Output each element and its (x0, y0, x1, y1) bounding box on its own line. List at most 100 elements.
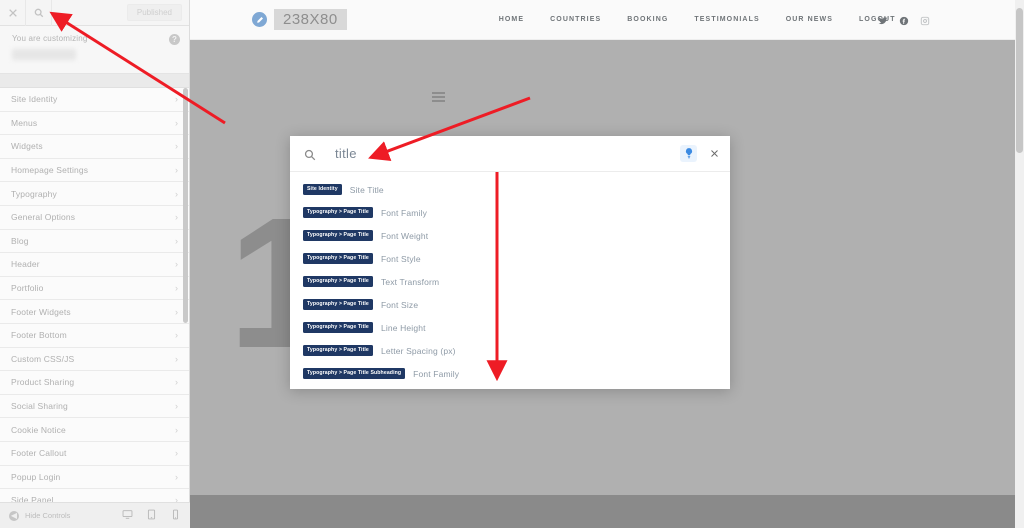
search-result-row[interactable]: Typography > Page Title SubheadingFont W… (290, 385, 730, 389)
search-result-row[interactable]: Typography > Page Title Font Style (290, 247, 730, 270)
sidebar-item-footer-bottom[interactable]: Footer Bottom › (0, 324, 189, 348)
customizer-topbar: Published (0, 0, 189, 26)
result-label: Font Family (413, 368, 460, 379)
search-result-row[interactable]: Typography > Page Title Text Transform (290, 270, 730, 293)
customizing-label: You are customizing (12, 34, 88, 43)
sidebar-item-menus[interactable]: Menus › (0, 112, 189, 136)
search-results-list: Site Identity Site Title Typography > Pag… (290, 172, 730, 389)
result-label: Line Height (380, 322, 426, 333)
sidebar-item-label: Header (11, 259, 40, 270)
collapse-icon: ◀ (9, 510, 19, 521)
tablet-preview-icon[interactable] (146, 507, 157, 525)
nav-item-home[interactable]: HOME (499, 16, 524, 23)
result-label: Font Weight (380, 230, 429, 241)
sidebar-item-homepage-settings[interactable]: Homepage Settings › (0, 159, 189, 183)
help-icon[interactable]: ? (169, 34, 180, 45)
chevron-right-icon: › (175, 259, 178, 270)
search-result-row[interactable]: Typography > Page Title Line Height (290, 316, 730, 339)
result-context-badge: Typography > Page Title Subheading (303, 368, 406, 379)
result-context-badge: Site Identity (303, 184, 342, 195)
sidebar-item-label: Footer Widgets (11, 306, 71, 317)
sidebar-item-widgets[interactable]: Widgets › (0, 135, 189, 159)
sidebar-item-custom-css-js[interactable]: Custom CSS/JS › (0, 348, 189, 372)
desktop-preview-icon[interactable] (122, 507, 133, 525)
result-label: Font Size (380, 299, 419, 310)
result-label: Font Family (380, 207, 427, 218)
sidebar-item-general-options[interactable]: General Options › (0, 206, 189, 230)
chevron-right-icon: › (175, 353, 178, 364)
result-label: Site Title (349, 184, 384, 195)
site-nav: HOME COUNTRIES BOOKING TESTIMONIALS OUR … (499, 16, 896, 23)
site-logo[interactable]: 238X80 (252, 9, 347, 30)
customizer-sidebar: Published You are customizing ? Site Ide… (0, 0, 190, 528)
sidebar-item-blog[interactable]: Blog › (0, 230, 189, 254)
pencil-edit-icon[interactable] (252, 12, 267, 27)
search-result-row[interactable]: Typography > Page Title Font Weight (290, 224, 730, 247)
customizer-screen: 238X80 HOME COUNTRIES BOOKING TESTIMONIA… (0, 0, 1024, 528)
nav-item-booking[interactable]: BOOKING (627, 16, 668, 23)
search-input[interactable]: title (335, 146, 357, 161)
logo-placeholder-text: 238X80 (274, 9, 347, 30)
chevron-right-icon: › (175, 471, 178, 482)
nav-item-countries[interactable]: COUNTRIES (550, 16, 601, 23)
sidebar-item-label: Social Sharing (11, 401, 68, 412)
sidebar-item-popup-login[interactable]: Popup Login › (0, 466, 189, 490)
panel-divider (0, 74, 189, 88)
mobile-preview-icon[interactable] (170, 507, 181, 525)
result-label: Text Transform (380, 276, 440, 287)
sidebar-scrollbar-thumb[interactable] (183, 88, 188, 323)
nav-item-our-news[interactable]: OUR NEWS (786, 16, 833, 23)
chevron-right-icon: › (175, 330, 178, 341)
sidebar-item-site-identity[interactable]: Site Identity › (0, 88, 189, 112)
sidebar-item-label: Menus (11, 117, 38, 128)
search-icon[interactable] (26, 0, 52, 26)
chevron-right-icon: › (175, 283, 178, 294)
search-result-row[interactable]: Typography > Page Title Letter Spacing (p… (290, 339, 730, 362)
result-context-badge: Typography > Page Title (303, 253, 373, 264)
result-context-badge: Typography > Page Title (303, 345, 373, 356)
facebook-icon[interactable] (899, 13, 909, 31)
lightbulb-icon[interactable] (680, 145, 697, 162)
sidebar-item-social-sharing[interactable]: Social Sharing › (0, 395, 189, 419)
result-context-badge: Typography > Page Title (303, 322, 373, 333)
social-links (878, 13, 930, 31)
result-context-badge: Typography > Page Title (303, 230, 373, 241)
sidebar-item-typography[interactable]: Typography › (0, 182, 189, 206)
customizing-header: You are customizing ? (0, 26, 189, 74)
sidebar-item-label: Footer Callout (11, 448, 67, 459)
sidebar-item-label: Homepage Settings (11, 165, 89, 176)
hamburger-menu-icon[interactable] (432, 92, 445, 102)
chevron-right-icon: › (175, 188, 178, 199)
sidebar-scrollbar[interactable] (183, 88, 189, 418)
hide-controls-button[interactable]: ◀ Hide Controls (9, 510, 71, 521)
search-bar: title (290, 136, 730, 172)
hide-controls-label: Hide Controls (25, 511, 71, 520)
sidebar-item-label: Cookie Notice (11, 424, 66, 435)
search-result-row[interactable]: Typography > Page Title Subheading Font F… (290, 362, 730, 385)
sidebar-item-product-sharing[interactable]: Product Sharing › (0, 371, 189, 395)
close-icon[interactable] (0, 0, 26, 26)
sidebar-item-label: Product Sharing (11, 377, 75, 388)
close-icon[interactable] (707, 146, 721, 160)
device-preview-switcher (122, 507, 181, 525)
chevron-right-icon: › (175, 117, 178, 128)
instagram-icon[interactable] (920, 13, 930, 31)
search-result-row[interactable]: Site Identity Site Title (290, 178, 730, 201)
sidebar-item-footer-widgets[interactable]: Footer Widgets › (0, 300, 189, 324)
search-result-row[interactable]: Typography > Page Title Font Size (290, 293, 730, 316)
preview-scrollbar[interactable] (1015, 0, 1024, 528)
nav-item-testimonials[interactable]: TESTIMONIALS (694, 16, 759, 23)
twitter-icon[interactable] (878, 13, 888, 31)
search-icon (304, 148, 316, 160)
sidebar-item-cookie-notice[interactable]: Cookie Notice › (0, 418, 189, 442)
chevron-right-icon: › (175, 165, 178, 176)
preview-scrollbar-thumb[interactable] (1016, 8, 1023, 153)
result-label: Font Style (380, 253, 421, 264)
sidebar-item-label: Widgets (11, 141, 43, 152)
chevron-right-icon: › (175, 424, 178, 435)
sidebar-item-footer-callout[interactable]: Footer Callout › (0, 442, 189, 466)
published-button[interactable]: Published (126, 4, 182, 21)
search-result-row[interactable]: Typography > Page Title Font Family (290, 201, 730, 224)
sidebar-item-header[interactable]: Header › (0, 253, 189, 277)
sidebar-item-portfolio[interactable]: Portfolio › (0, 277, 189, 301)
